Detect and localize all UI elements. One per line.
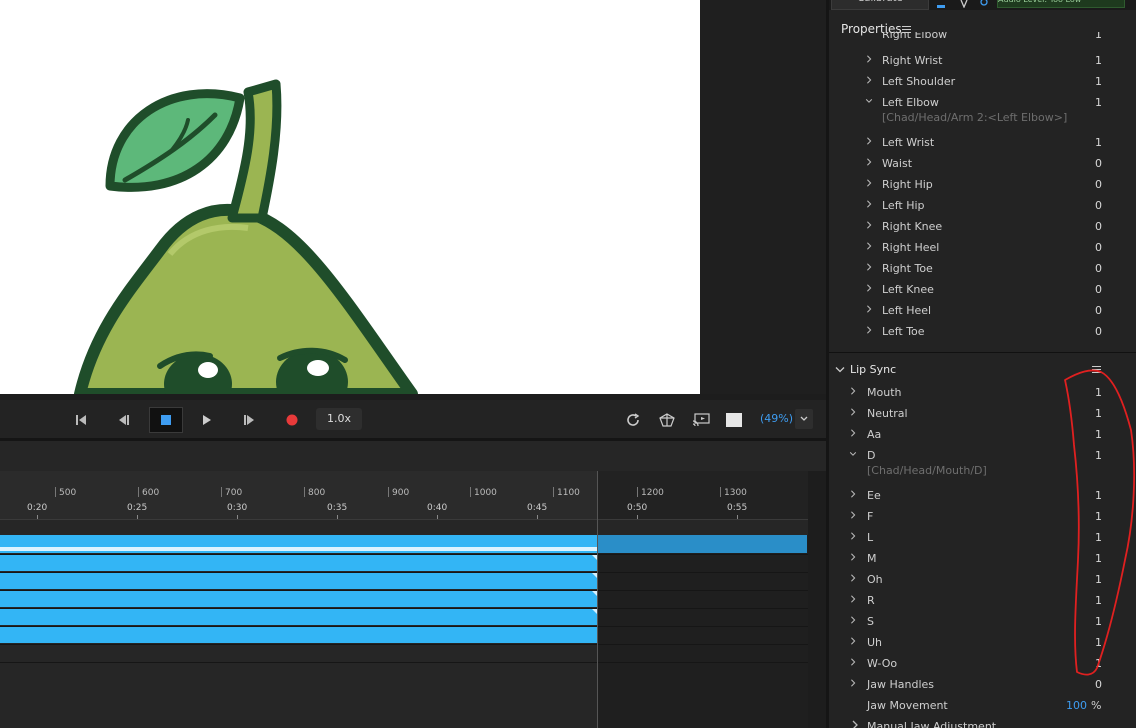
frame-label: 700 — [220, 487, 243, 498]
time-label: 0:55 — [727, 503, 748, 519]
time-label: 0:40 — [427, 503, 448, 519]
background-color-swatch[interactable] — [721, 408, 747, 432]
time-label: 0:25 — [127, 503, 148, 519]
track-bar[interactable] — [0, 573, 598, 589]
track-bar[interactable] — [0, 627, 598, 643]
stop-button[interactable] — [149, 407, 183, 433]
step-back-icon — [119, 415, 129, 425]
frame-label: 500 — [54, 487, 77, 498]
frame-label: 1200 — [637, 487, 664, 498]
properties-panel: Calibrate Audio Level: Too Low Propertie… — [829, 0, 1136, 728]
time-label: 0:50 — [627, 503, 648, 519]
track-bar[interactable] — [598, 535, 807, 553]
rig-view-button[interactable] — [654, 408, 680, 432]
frame-label: 900 — [387, 487, 410, 498]
refresh-button[interactable] — [620, 408, 646, 432]
time-label: 0:30 — [227, 503, 248, 519]
go-to-start-button[interactable] — [68, 408, 94, 432]
play-button[interactable] — [194, 408, 220, 432]
frame-label: 1000 — [470, 487, 497, 498]
chevron-down-icon — [800, 416, 808, 421]
zoom-level[interactable]: (49%) — [760, 412, 793, 425]
frame-label: 1300 — [720, 487, 747, 498]
step-back-button[interactable] — [111, 408, 137, 432]
transport-bar: 1.0x (49%) — [0, 400, 826, 440]
frame-label: 800 — [303, 487, 326, 498]
step-forward-icon — [244, 415, 254, 425]
step-forward-button[interactable] — [236, 408, 262, 432]
time-label: 0:45 — [527, 503, 548, 519]
playhead[interactable] — [597, 471, 598, 728]
stop-icon — [161, 415, 171, 425]
skip-start-icon — [76, 415, 86, 425]
refresh-icon — [627, 413, 640, 426]
zoom-dropdown[interactable] — [795, 409, 813, 429]
annotation-outline — [1064, 369, 1136, 676]
pear-character — [74, 79, 418, 394]
playback-speed[interactable]: 1.0x — [316, 408, 362, 430]
track-bar[interactable] — [0, 591, 598, 607]
timeline-panel[interactable]: 500 600 700 800 900 1000 1100 1200 1300 … — [0, 441, 826, 728]
timeline-scrollbar[interactable] — [808, 471, 826, 728]
record-button[interactable] — [279, 408, 305, 432]
frame-label: 1100 — [553, 487, 580, 498]
cast-icon — [692, 413, 710, 427]
mesh-icon — [659, 413, 675, 427]
broadcast-button[interactable] — [688, 408, 714, 432]
record-icon — [286, 414, 298, 426]
scene-canvas[interactable] — [0, 0, 700, 394]
play-icon — [203, 415, 211, 425]
track-bar[interactable] — [0, 609, 598, 625]
track-bar[interactable] — [0, 555, 598, 571]
time-label: 0:20 — [27, 503, 48, 519]
swatch-icon — [726, 413, 742, 427]
frame-label: 600 — [137, 487, 160, 498]
time-label: 0:35 — [327, 503, 348, 519]
